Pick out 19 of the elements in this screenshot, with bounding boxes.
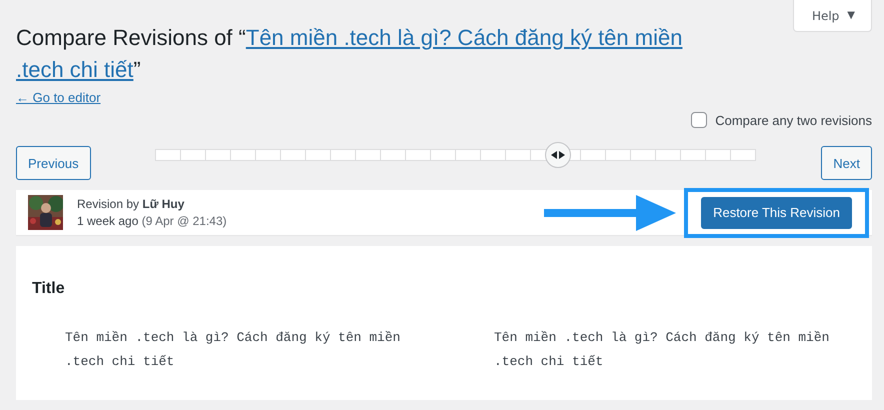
slider-handle[interactable]	[545, 142, 572, 168]
go-to-editor-link[interactable]: ← Go to editor	[16, 90, 101, 105]
diff-text: Tên miền .tech là gì? Cách đăng ký tên miền .tech chi tiết	[65, 329, 402, 371]
diff-text: Tên miền .tech là gì? Cách đăng ký tên miền .tech chi tiết	[494, 329, 830, 371]
author-name: Lữ Huy	[142, 196, 184, 210]
revision-age: 1 week ago	[77, 214, 138, 228]
previous-button[interactable]: Previous	[16, 146, 91, 180]
help-button[interactable]: Help ▼	[792, 0, 872, 32]
field-title: Title	[32, 280, 66, 298]
page-title: Compare Revisions of “Tên miền .tech là gì? Cách đăng ký tên miền .tech chi tiết”	[16, 24, 684, 84]
revision-by-label: Revision by	[77, 196, 140, 210]
slider-track[interactable]	[155, 149, 756, 161]
post-title-link[interactable]: .tech chi tiết	[16, 57, 134, 82]
restore-button[interactable]: Restore This Revision	[701, 196, 852, 228]
compare-label: Compare any two revisions	[715, 112, 872, 128]
compare-checkbox[interactable]	[691, 112, 708, 128]
revision-date: (9 Apr @ 21:43)	[142, 214, 227, 228]
post-title-link[interactable]: Tên miền .tech là gì? Cách đăng ký tên miền	[246, 25, 682, 50]
next-button[interactable]: Next	[821, 146, 872, 180]
